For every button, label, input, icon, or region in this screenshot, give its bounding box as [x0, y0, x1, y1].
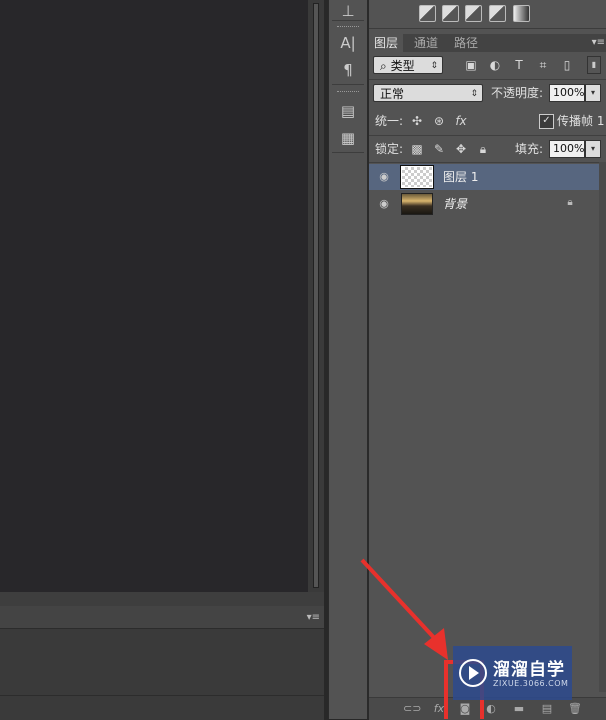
lock-label: 锁定:: [375, 142, 404, 156]
layers-footer: ⊂⊃ fx ◙ ◐ ▬ ▤ 🗑︎: [369, 697, 606, 720]
shape-filter-icon[interactable]: ⌗: [535, 56, 551, 74]
filter-row: ⌕ 类型 ⇕ ▣ ◐ T ⌗ ▯ ▮: [369, 52, 606, 78]
unify-style-icon[interactable]: fx: [453, 112, 469, 130]
lock-position-icon[interactable]: ✥: [453, 140, 469, 158]
watermark: 溜溜自学 ZIXUE.3066.COM: [453, 646, 572, 700]
divider: [369, 162, 606, 163]
search-icon: ⌕: [380, 59, 387, 73]
adjustment-filter-icon[interactable]: ◐: [487, 56, 503, 74]
curves-adjustment-icon[interactable]: [419, 5, 436, 22]
propagate-checkbox[interactable]: ✓: [539, 114, 554, 129]
layer-row-background[interactable]: ◉ 背景 🔒︎: [369, 191, 599, 217]
bottom-panel-header: ▾≡: [0, 606, 324, 629]
link-layers-icon[interactable]: ⊂⊃: [403, 701, 421, 717]
stamp-icon[interactable]: ⊥: [336, 0, 360, 22]
new-group-icon[interactable]: ▬: [511, 701, 527, 717]
type-filter-icon[interactable]: T: [511, 56, 527, 74]
filter-kind-select[interactable]: ⌕ 类型 ⇕: [373, 56, 443, 74]
delete-layer-icon[interactable]: 🗑︎: [567, 701, 583, 717]
tab-layers[interactable]: 图层: [369, 34, 404, 52]
gradient-map-adjustment-icon[interactable]: [513, 5, 530, 22]
layer-name[interactable]: 背景: [443, 195, 467, 213]
tab-paths[interactable]: 路径: [449, 34, 483, 52]
lock-all-icon[interactable]: 🔒︎: [475, 140, 491, 158]
updown-arrows-icon: ⇕: [430, 61, 438, 71]
eye-icon[interactable]: ◉: [377, 197, 391, 211]
panel-menu-icon[interactable]: ▾≡: [307, 612, 320, 623]
panel-grip[interactable]: [337, 91, 359, 94]
layers-panel: 图层 通道 路径 ▾≡ ⌕ 类型 ⇕ ▣ ◐ T ⌗ ▯ ▮ 正常 ⇕ 不透明度…: [368, 0, 606, 720]
propagate-label: 传播帧 1: [557, 114, 605, 128]
filter-toggle[interactable]: ▮: [587, 56, 601, 74]
watermark-url: ZIXUE.3066.COM: [493, 679, 569, 688]
divider: [332, 152, 364, 153]
watermark-brand: 溜溜自学: [493, 660, 565, 680]
paragraph-icon[interactable]: ¶: [336, 59, 360, 81]
blend-row: 正常 ⇕ 不透明度: 100% ▾: [369, 80, 606, 106]
channel-mixer-adjustment-icon[interactable]: [489, 5, 506, 22]
filter-kind-value: 类型: [390, 59, 415, 73]
opacity-label: 不透明度:: [491, 86, 544, 100]
canvas-vertical-scrollbar[interactable]: [308, 0, 324, 592]
updown-arrows-icon: ⇕: [470, 89, 478, 99]
adjustments-row: [369, 0, 606, 29]
notes-icon[interactable]: ▦: [336, 127, 360, 149]
lock-row: 锁定: ▩ ✎ ✥ 🔒︎ 填充: 100% ▾: [369, 136, 606, 162]
fill-field[interactable]: 100%: [549, 140, 585, 158]
exposure-adjustment-icon[interactable]: [442, 5, 459, 22]
opacity-dropdown-button[interactable]: ▾: [585, 84, 601, 102]
panel-menu-icon[interactable]: ▾≡: [592, 37, 605, 48]
blend-mode-select[interactable]: 正常 ⇕: [373, 84, 483, 102]
smart-object-filter-icon[interactable]: ▯: [559, 56, 575, 74]
unify-visibility-icon[interactable]: ⊛: [431, 112, 447, 130]
lock-icon: 🔒︎: [567, 197, 573, 208]
unify-row: 统一: ✣ ⊛ fx ✓ 传播帧 1: [369, 108, 606, 134]
properties-icon[interactable]: ▤: [336, 100, 360, 122]
new-adjustment-layer-icon[interactable]: ◐: [483, 701, 499, 717]
layers-scrollbar[interactable]: [599, 162, 606, 692]
eye-icon[interactable]: ◉: [377, 170, 391, 184]
blend-mode-value: 正常: [380, 87, 405, 101]
canvas-area[interactable]: [0, 0, 308, 592]
layer-row-layer1[interactable]: ◉ 图层 1: [369, 164, 599, 190]
lock-transparent-pixels-icon[interactable]: ▩: [409, 140, 425, 158]
collapsed-panel-strip: ⊥ A| ¶ ▤ ▦: [328, 0, 368, 719]
layer-name[interactable]: 图层 1: [443, 168, 478, 186]
panel-grip[interactable]: [337, 26, 359, 29]
new-layer-icon[interactable]: ▤: [539, 701, 555, 717]
canvas-horizontal-bar: [0, 592, 324, 606]
tab-channels[interactable]: 通道: [409, 34, 443, 52]
character-icon[interactable]: A|: [336, 32, 360, 54]
vibrance-adjustment-icon[interactable]: [465, 5, 482, 22]
play-logo-icon: [459, 659, 487, 687]
divider: [332, 84, 364, 85]
fill-label: 填充:: [515, 142, 544, 156]
unify-label: 统一:: [375, 114, 404, 128]
panel-tabs: 图层 通道 路径 ▾≡: [369, 34, 606, 52]
lock-image-pixels-icon[interactable]: ✎: [431, 140, 447, 158]
bottom-panel: ▾≡: [0, 606, 324, 720]
unify-position-icon[interactable]: ✣: [409, 112, 425, 130]
opacity-field[interactable]: 100%: [549, 84, 585, 102]
layer-thumbnail: [400, 165, 434, 189]
divider: [332, 20, 364, 21]
scrollbar-thumb[interactable]: [313, 3, 319, 588]
fill-dropdown-button[interactable]: ▾: [585, 140, 601, 158]
bottom-panel-footer: [0, 695, 324, 720]
layer-thumbnail: [401, 193, 433, 215]
pixel-filter-icon[interactable]: ▣: [463, 56, 479, 74]
